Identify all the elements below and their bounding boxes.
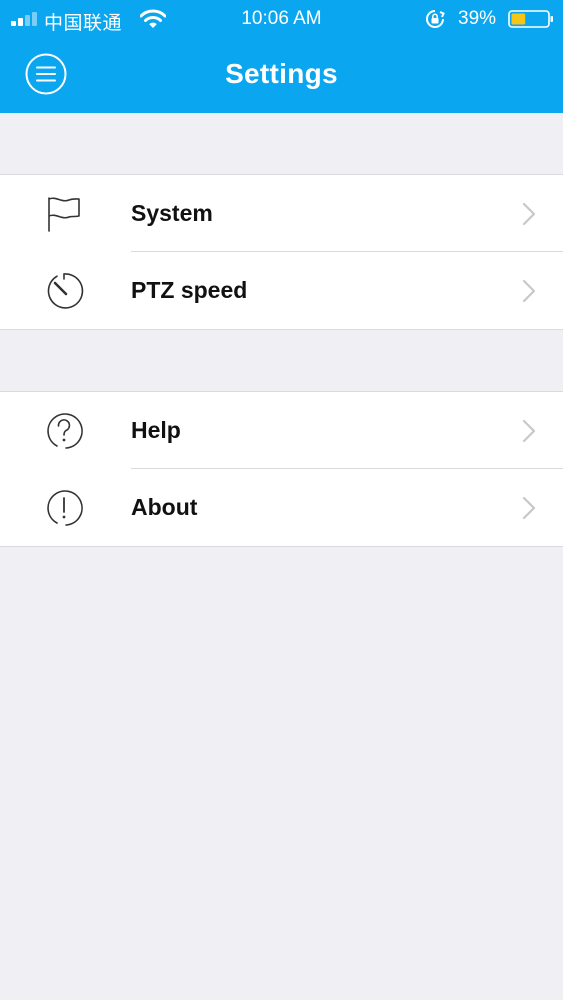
settings-row-label: Help bbox=[131, 417, 181, 443]
settings-group-info: Help About bbox=[0, 391, 563, 547]
settings-row-about[interactable]: About bbox=[0, 469, 563, 546]
settings-group-device: System PTZ speed bbox=[0, 174, 563, 330]
page-title: Settings bbox=[225, 58, 338, 89]
chevron-right-icon bbox=[522, 279, 536, 303]
rotation-lock-icon bbox=[426, 10, 445, 28]
settings-row-help[interactable]: Help bbox=[0, 392, 563, 469]
battery-percentage: 39% bbox=[458, 8, 497, 29]
help-icon bbox=[47, 413, 83, 449]
status-bar: 中国联通 10:06 AM 39% bbox=[0, 0, 563, 38]
settings-row-label: About bbox=[131, 494, 198, 520]
app-header: 中国联通 10:06 AM 39% Settings bbox=[0, 0, 563, 113]
settings-row-label: System bbox=[131, 200, 213, 226]
settings-row-ptz-speed[interactable]: PTZ speed bbox=[0, 252, 563, 329]
battery-icon bbox=[508, 10, 553, 28]
speed-gauge-icon bbox=[47, 273, 84, 309]
info-exclamation-icon bbox=[47, 490, 83, 526]
flag-icon bbox=[48, 197, 80, 232]
chevron-right-icon bbox=[522, 496, 536, 520]
chevron-right-icon bbox=[522, 202, 536, 226]
settings-row-label: PTZ speed bbox=[131, 277, 248, 303]
settings-row-system[interactable]: System bbox=[0, 175, 563, 252]
chevron-right-icon bbox=[522, 419, 536, 443]
